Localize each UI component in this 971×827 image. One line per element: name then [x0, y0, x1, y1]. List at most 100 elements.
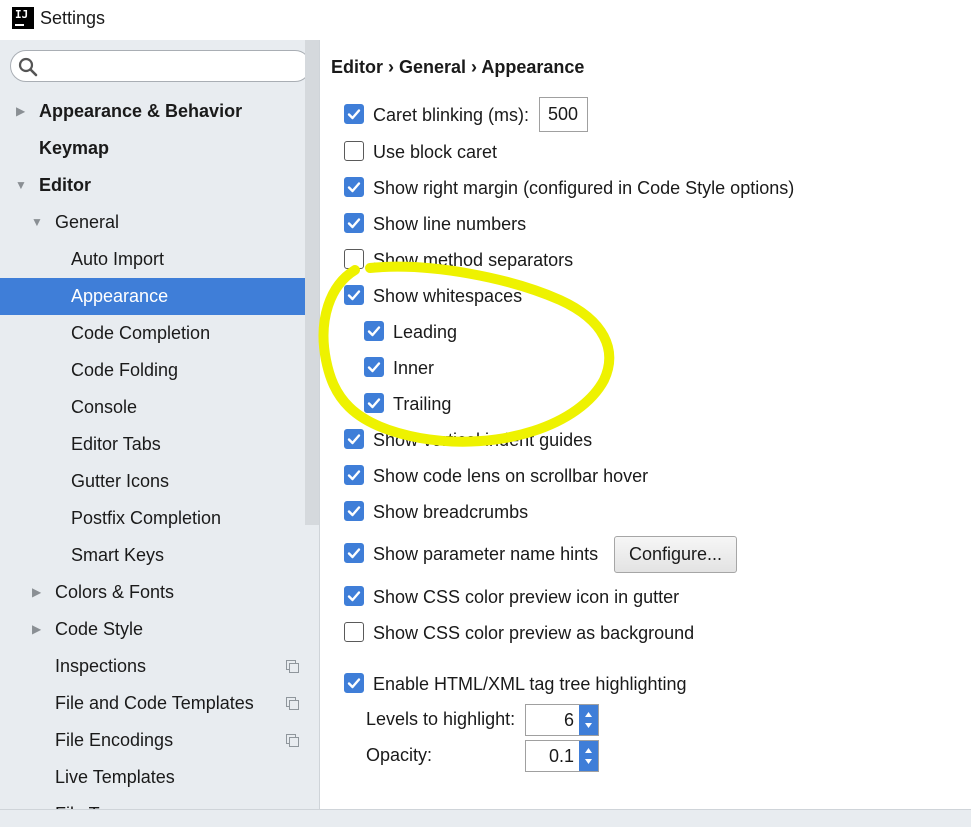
option-label: Show CSS color preview as background [373, 623, 695, 643]
sidebar-item-inspections[interactable]: Inspections [0, 648, 305, 685]
collapse-arrow-icon[interactable]: ▼ [15, 167, 27, 204]
sidebar-item-label: Appearance & Behavior [39, 101, 243, 121]
checkmark-icon [347, 109, 361, 120]
checkmark-icon [367, 398, 381, 409]
sidebar-item-postfix-completion[interactable]: Postfix Completion [0, 500, 305, 537]
checkbox[interactable] [344, 177, 364, 197]
spinner-arrows-icon[interactable] [579, 705, 598, 735]
checkmark-icon [347, 218, 361, 229]
checkmark-icon [347, 591, 361, 602]
window-title: Settings [40, 8, 106, 28]
option-label: Enable HTML/XML tag tree highlighting [373, 674, 687, 694]
sidebar-item-label: Live Templates [55, 767, 175, 787]
sidebar-item-smart-keys[interactable]: Smart Keys [0, 537, 305, 574]
project-scope-icon [286, 734, 299, 747]
option-label: Leading [393, 322, 458, 342]
checkbox[interactable] [344, 429, 364, 449]
configure-button[interactable]: Configure... [614, 536, 737, 573]
sidebar-item-label: File Ty [55, 796, 108, 809]
checkbox[interactable] [344, 501, 364, 521]
spinner-arrows-icon[interactable] [579, 741, 598, 771]
opacity-value: 0.1 [548, 746, 574, 766]
checkbox[interactable] [344, 673, 364, 693]
title-bar: IJ Settings [0, 0, 971, 40]
checkmark-icon [347, 470, 361, 481]
checkmark-icon [347, 506, 361, 517]
search-box[interactable] [10, 50, 311, 82]
sidebar-item-label: Code Style [55, 619, 144, 639]
checkmark-icon [347, 182, 361, 193]
sidebar-item-label: Gutter Icons [71, 471, 170, 491]
sidebar-item-editor[interactable]: ▼ Editor [0, 167, 305, 204]
breadcrumb: Editor › General › Appearance [331, 57, 585, 77]
checkbox[interactable] [364, 357, 384, 377]
settings-content: Editor › General › Appearance Caret blin… [321, 40, 971, 809]
levels-value: 6 [563, 710, 574, 730]
checkbox[interactable] [364, 393, 384, 413]
option-label: Use block caret [373, 142, 498, 162]
sidebar-item-file-encodings[interactable]: File Encodings [0, 722, 305, 759]
checkmark-icon [347, 290, 361, 301]
sidebar-item-label: Code Folding [71, 360, 179, 380]
sidebar-item-file-code-templates[interactable]: File and Code Templates [0, 685, 305, 722]
option-label: Show whitespaces [373, 286, 523, 306]
caret-blink-input[interactable]: 500 [539, 97, 588, 132]
sidebar-item-label: Editor [39, 175, 91, 195]
sidebar-item-console[interactable]: Console [0, 389, 305, 426]
sidebar-item-label: Postfix Completion [71, 508, 222, 528]
search-input[interactable] [47, 55, 301, 79]
sidebar-scrollbar[interactable] [305, 40, 319, 525]
sidebar-item-label: Auto Import [71, 249, 165, 269]
option-label: Show code lens on scrollbar hover [373, 466, 649, 486]
sidebar-item-code-completion[interactable]: Code Completion [0, 315, 305, 352]
sidebar-item-label: General [55, 212, 120, 232]
option-label: Show method separators [373, 250, 574, 270]
checkbox[interactable] [364, 321, 384, 341]
sidebar-item-label: Colors & Fonts [55, 582, 175, 602]
sidebar-item-appearance[interactable]: Appearance [0, 278, 319, 315]
sidebar-item-code-folding[interactable]: Code Folding [0, 352, 305, 389]
sidebar-item-file-types[interactable]: File Ty [0, 796, 305, 809]
option-label: Caret blinking (ms): [373, 105, 530, 125]
sidebar-item-appearance-behavior[interactable]: ▶ Appearance & Behavior [0, 93, 305, 130]
sidebar-item-label: Console [71, 397, 138, 417]
sidebar-item-code-style[interactable]: ▶ Code Style [0, 611, 305, 648]
opacity-spinner[interactable]: 0.1 [525, 740, 599, 772]
sidebar-item-general[interactable]: ▼ General [0, 204, 305, 241]
checkbox[interactable] [344, 285, 364, 305]
settings-sidebar: ▶ Appearance & Behavior Keymap ▼ Editor … [0, 40, 320, 809]
sidebar-item-live-templates[interactable]: Live Templates [0, 759, 305, 796]
checkbox[interactable] [344, 465, 364, 485]
checkmark-icon [367, 362, 381, 373]
expand-arrow-icon[interactable]: ▶ [32, 611, 41, 648]
levels-spinner[interactable]: 6 [525, 704, 599, 736]
sidebar-item-label: Inspections [55, 656, 147, 676]
option-label: Show parameter name hints [373, 544, 599, 564]
sidebar-item-colors-fonts[interactable]: ▶ Colors & Fonts [0, 574, 305, 611]
checkmark-icon [367, 326, 381, 337]
sidebar-item-editor-tabs[interactable]: Editor Tabs [0, 426, 305, 463]
checkbox[interactable] [344, 104, 364, 124]
sidebar-item-label: Editor Tabs [71, 434, 161, 454]
checkbox[interactable] [344, 249, 364, 269]
sidebar-item-label: File and Code Templates [55, 693, 254, 713]
sidebar-item-auto-import[interactable]: Auto Import [0, 241, 305, 278]
option-label: Trailing [393, 394, 452, 414]
checkmark-icon [347, 548, 361, 559]
checkmark-icon [347, 434, 361, 445]
option-label: Inner [393, 358, 435, 378]
search-icon [18, 57, 38, 77]
checkbox[interactable] [344, 622, 364, 642]
collapse-arrow-icon[interactable]: ▼ [31, 204, 43, 241]
project-scope-icon [286, 697, 299, 710]
checkbox[interactable] [344, 543, 364, 563]
expand-arrow-icon[interactable]: ▶ [32, 574, 41, 611]
option-label: Show right margin (configured in Code St… [373, 178, 795, 198]
checkbox[interactable] [344, 141, 364, 161]
sidebar-item-keymap[interactable]: Keymap [0, 130, 305, 167]
sidebar-item-label: Smart Keys [71, 545, 165, 565]
checkbox[interactable] [344, 213, 364, 233]
expand-arrow-icon[interactable]: ▶ [16, 93, 25, 130]
checkbox[interactable] [344, 586, 364, 606]
sidebar-item-gutter-icons[interactable]: Gutter Icons [0, 463, 305, 500]
